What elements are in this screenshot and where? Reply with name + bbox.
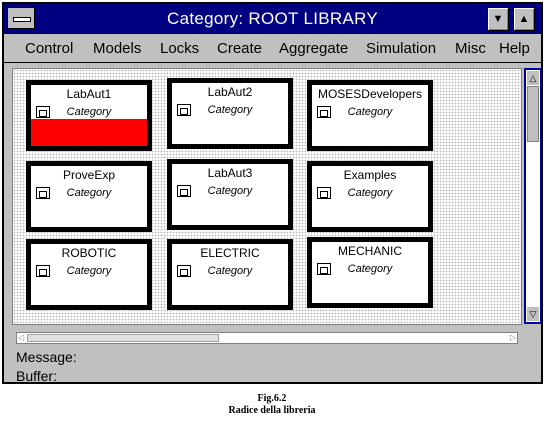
figure-caption: Radice della libreria xyxy=(228,405,316,416)
card-title: LabAut1 xyxy=(66,87,112,101)
card-type: Category xyxy=(207,265,253,277)
card-type: Category xyxy=(347,263,393,275)
category-card[interactable]: ROBOTIC Category xyxy=(26,239,152,310)
category-card[interactable]: MECHANIC Category xyxy=(307,237,433,308)
card-type: Category xyxy=(207,104,253,116)
card-title: ELECTRIC xyxy=(200,246,260,260)
menu-misc[interactable]: Misc xyxy=(455,40,486,57)
card-title: Examples xyxy=(343,168,397,182)
menu-create[interactable]: Create xyxy=(217,40,262,57)
card-title: LabAut3 xyxy=(207,166,253,180)
figure-number: Fig.6.2 xyxy=(257,393,287,404)
scroll-up-icon[interactable]: △ xyxy=(527,71,539,85)
maximize-button[interactable]: ▲ xyxy=(513,7,535,31)
card-type: Category xyxy=(66,265,112,277)
scroll-left-icon[interactable]: ◁ xyxy=(18,333,24,343)
card-type: Category xyxy=(66,106,112,118)
card-title: ProveExp xyxy=(62,168,116,182)
menu-aggregate[interactable]: Aggregate xyxy=(279,40,348,57)
card-title: LabAut2 xyxy=(207,85,253,99)
category-card[interactable]: Examples Category xyxy=(307,161,433,232)
application-window: Category: ROOT LIBRARY ▼ ▲ Control Model… xyxy=(2,2,543,384)
vertical-scrollbar[interactable]: △ ▽ xyxy=(524,68,542,324)
card-title: MECHANIC xyxy=(337,244,402,258)
card-type: Category xyxy=(66,187,112,199)
buffer-label: Buffer: xyxy=(16,368,57,384)
window-title: Category: ROOT LIBRARY xyxy=(167,9,378,28)
scroll-down-icon[interactable]: ▽ xyxy=(527,307,539,321)
selection-highlight xyxy=(31,119,147,146)
card-title: ROBOTIC xyxy=(61,246,117,260)
menu-models[interactable]: Models xyxy=(93,40,141,57)
category-card[interactable]: LabAut2 Category xyxy=(167,78,293,149)
menu-help[interactable]: Help xyxy=(499,40,530,57)
menu-locks[interactable]: Locks xyxy=(160,40,199,57)
category-card[interactable]: MOSESDevelopers Category xyxy=(307,80,433,151)
card-type: Category xyxy=(347,187,393,199)
category-card[interactable]: ELECTRIC Category xyxy=(167,239,293,310)
vertical-scroll-thumb[interactable] xyxy=(527,86,539,142)
title-bar[interactable]: Category: ROOT LIBRARY ▼ ▲ xyxy=(4,4,541,34)
category-card[interactable]: ProveExp Category xyxy=(26,161,152,232)
horizontal-scrollbar[interactable]: ◁ ▷ xyxy=(16,332,518,344)
minimize-button[interactable]: ▼ xyxy=(487,7,509,31)
category-canvas[interactable]: LabAut1 Category LabAut2 Category MOSESD… xyxy=(12,68,522,325)
menu-control[interactable]: Control xyxy=(25,40,73,57)
card-type: Category xyxy=(207,185,253,197)
card-type: Category xyxy=(347,106,393,118)
card-title: MOSESDevelopers xyxy=(317,87,423,101)
category-card[interactable]: LabAut3 Category xyxy=(167,159,293,230)
message-label: Message: xyxy=(16,349,77,365)
menu-bar: Control Models Locks Create Aggregate Si… xyxy=(4,35,541,63)
horizontal-scroll-thumb[interactable] xyxy=(27,334,219,342)
menu-simulation[interactable]: Simulation xyxy=(366,40,436,57)
scroll-right-icon[interactable]: ▷ xyxy=(510,333,516,343)
category-card[interactable]: LabAut1 Category xyxy=(26,80,152,151)
